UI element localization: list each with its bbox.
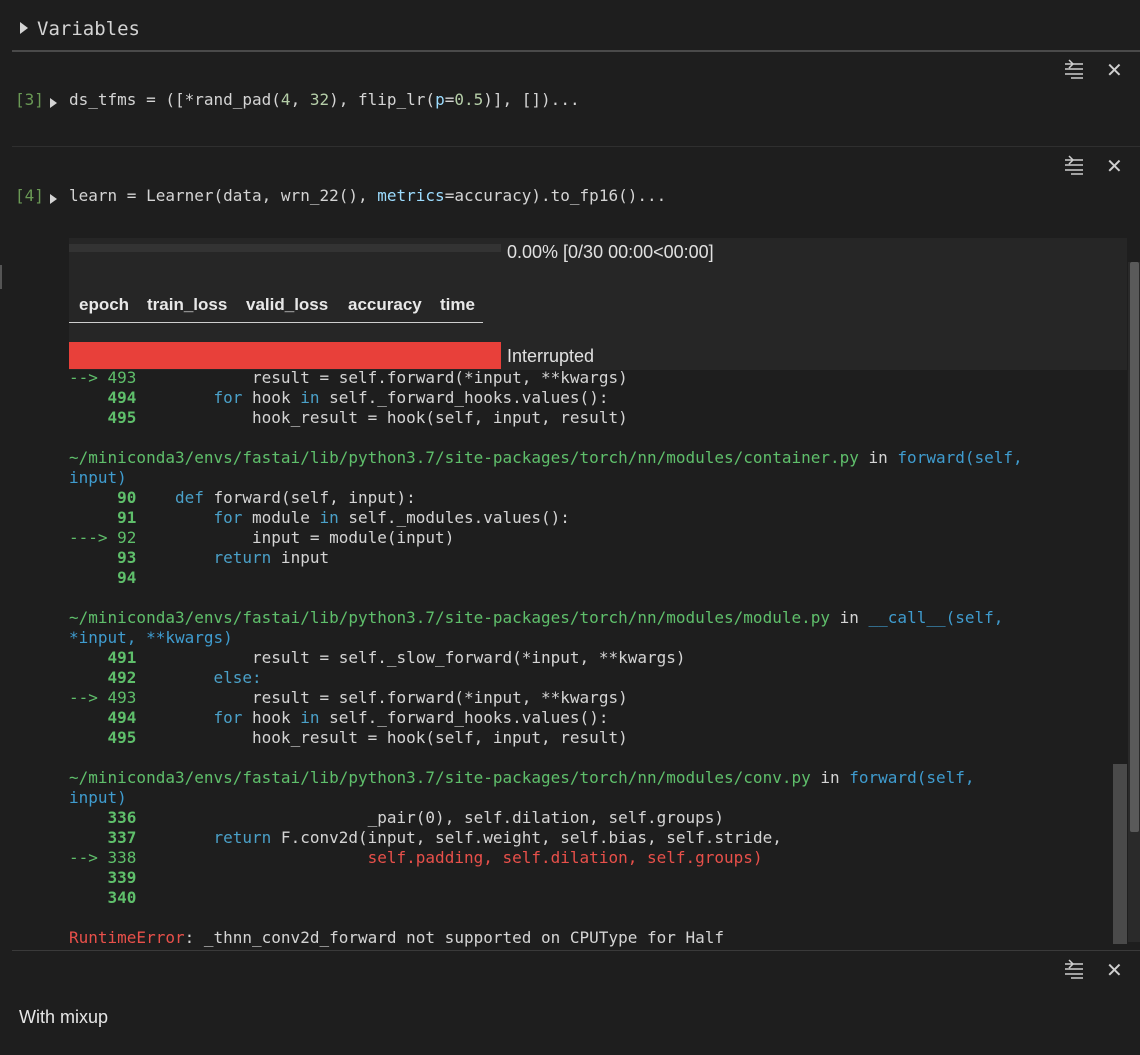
traceback-file-path: input) [69, 468, 127, 487]
code-text: learn = Learner(data, wrn_22(), [69, 186, 378, 205]
run-cell-icon[interactable] [50, 194, 57, 204]
traceback-line: 90 def forward(self, input): [69, 488, 416, 507]
progress-text: 0.00% [0/30 00:00<00:00] [507, 242, 714, 262]
traceback-line: 91 for module in self._modules.values(): [69, 508, 570, 527]
notebook-scrollbar-thumb[interactable] [1130, 262, 1139, 832]
collapse-output-icon[interactable] [1063, 155, 1085, 177]
table-header-time: time [440, 295, 475, 314]
delete-cell-close-icon[interactable]: ✕ [1106, 156, 1123, 176]
code-number: 0.5 [454, 90, 484, 109]
traceback-line: 494 for hook in self._forward_hooks.valu… [69, 708, 609, 727]
code-param: metrics [377, 186, 445, 205]
traceback-file-path: ~/miniconda3/envs/fastai/lib/python3.7/s… [69, 768, 975, 787]
markdown-cell-text[interactable]: With mixup [19, 1007, 108, 1028]
variables-label: Variables [37, 18, 140, 40]
traceback-line: 94 [69, 568, 137, 587]
training-table-header: epoch train_loss valid_loss accuracy tim… [69, 287, 483, 323]
cell-code-input[interactable]: ds_tfms = ([*rand_pad(4, 32), flip_lr(p=… [69, 90, 580, 109]
table-header-accuracy: accuracy [348, 295, 422, 314]
variables-panel-toggle[interactable]: Variables [12, 0, 1140, 52]
cell-prompt: [3] [15, 90, 44, 109]
traceback-line: ---> 92 input = module(input) [69, 528, 455, 547]
table-header-valid-loss: valid_loss [246, 295, 329, 314]
traceback-line: --> 493 result = self.forward(*input, **… [69, 368, 628, 387]
code-param: p [435, 90, 445, 109]
traceback-line: --> 338 self.padding, self.dilation, sel… [69, 848, 763, 867]
traceback-file-path: *input, **kwargs) [69, 628, 233, 647]
traceback-line: 337 return F.conv2d(input, self.weight, … [69, 828, 782, 847]
traceback-line: 491 result = self._slow_forward(*input, … [69, 648, 686, 667]
traceback-line: 492 else: [69, 668, 262, 687]
traceback-line: 339 [69, 868, 137, 887]
traceback-line: 336 _pair(0), self.dilation, self.groups… [69, 808, 725, 827]
expand-triangle-icon[interactable] [20, 22, 28, 34]
traceback-line: 340 [69, 888, 137, 907]
progress-bar [69, 244, 501, 252]
table-header-train-loss: train_loss [147, 295, 228, 314]
traceback-line: --> 493 result = self.forward(*input, **… [69, 688, 628, 707]
traceback-line: 495 hook_result = hook(self, input, resu… [69, 408, 628, 427]
code-number: 32 [309, 90, 330, 109]
cell-prompt: [4] [15, 186, 44, 205]
code-number: 4 [280, 90, 291, 109]
error-message: RuntimeError: _thnn_conv2d_forward not s… [69, 928, 725, 947]
code-text: = [444, 90, 455, 109]
code-text: , [290, 90, 310, 109]
traceback-line: 93 return input [69, 548, 330, 567]
interrupted-progress-bar [69, 342, 501, 369]
delete-cell-close-icon[interactable]: ✕ [1106, 960, 1123, 980]
code-text: ), flip_lr( [329, 90, 436, 109]
interrupted-status: Interrupted [507, 346, 595, 366]
traceback-line: 495 hook_result = hook(self, input, resu… [69, 728, 628, 747]
traceback-line: 494 for hook in self._forward_hooks.valu… [69, 388, 609, 407]
code-text: =accuracy).to_fp16()... [444, 186, 667, 205]
code-text: ds_tfms = ([*rand_pad( [69, 90, 281, 109]
traceback-file-path: ~/miniconda3/envs/fastai/lib/python3.7/s… [69, 448, 1023, 467]
output-scrollbar-thumb[interactable] [1113, 764, 1127, 944]
table-header-epoch: epoch [79, 295, 130, 314]
cell-divider [12, 950, 1140, 951]
panel-resize-handle[interactable] [0, 265, 8, 289]
run-cell-icon[interactable] [50, 98, 57, 108]
traceback-file-path: input) [69, 788, 127, 807]
collapse-output-icon[interactable] [1063, 59, 1085, 81]
traceback-file-path: ~/miniconda3/envs/fastai/lib/python3.7/s… [69, 608, 1004, 627]
cell-code-input[interactable]: learn = Learner(data, wrn_22(), metrics=… [69, 186, 666, 205]
cell-divider [12, 146, 1140, 147]
delete-cell-close-icon[interactable]: ✕ [1106, 60, 1123, 80]
collapse-output-icon[interactable] [1063, 959, 1085, 981]
code-text: )], [])... [483, 90, 580, 109]
